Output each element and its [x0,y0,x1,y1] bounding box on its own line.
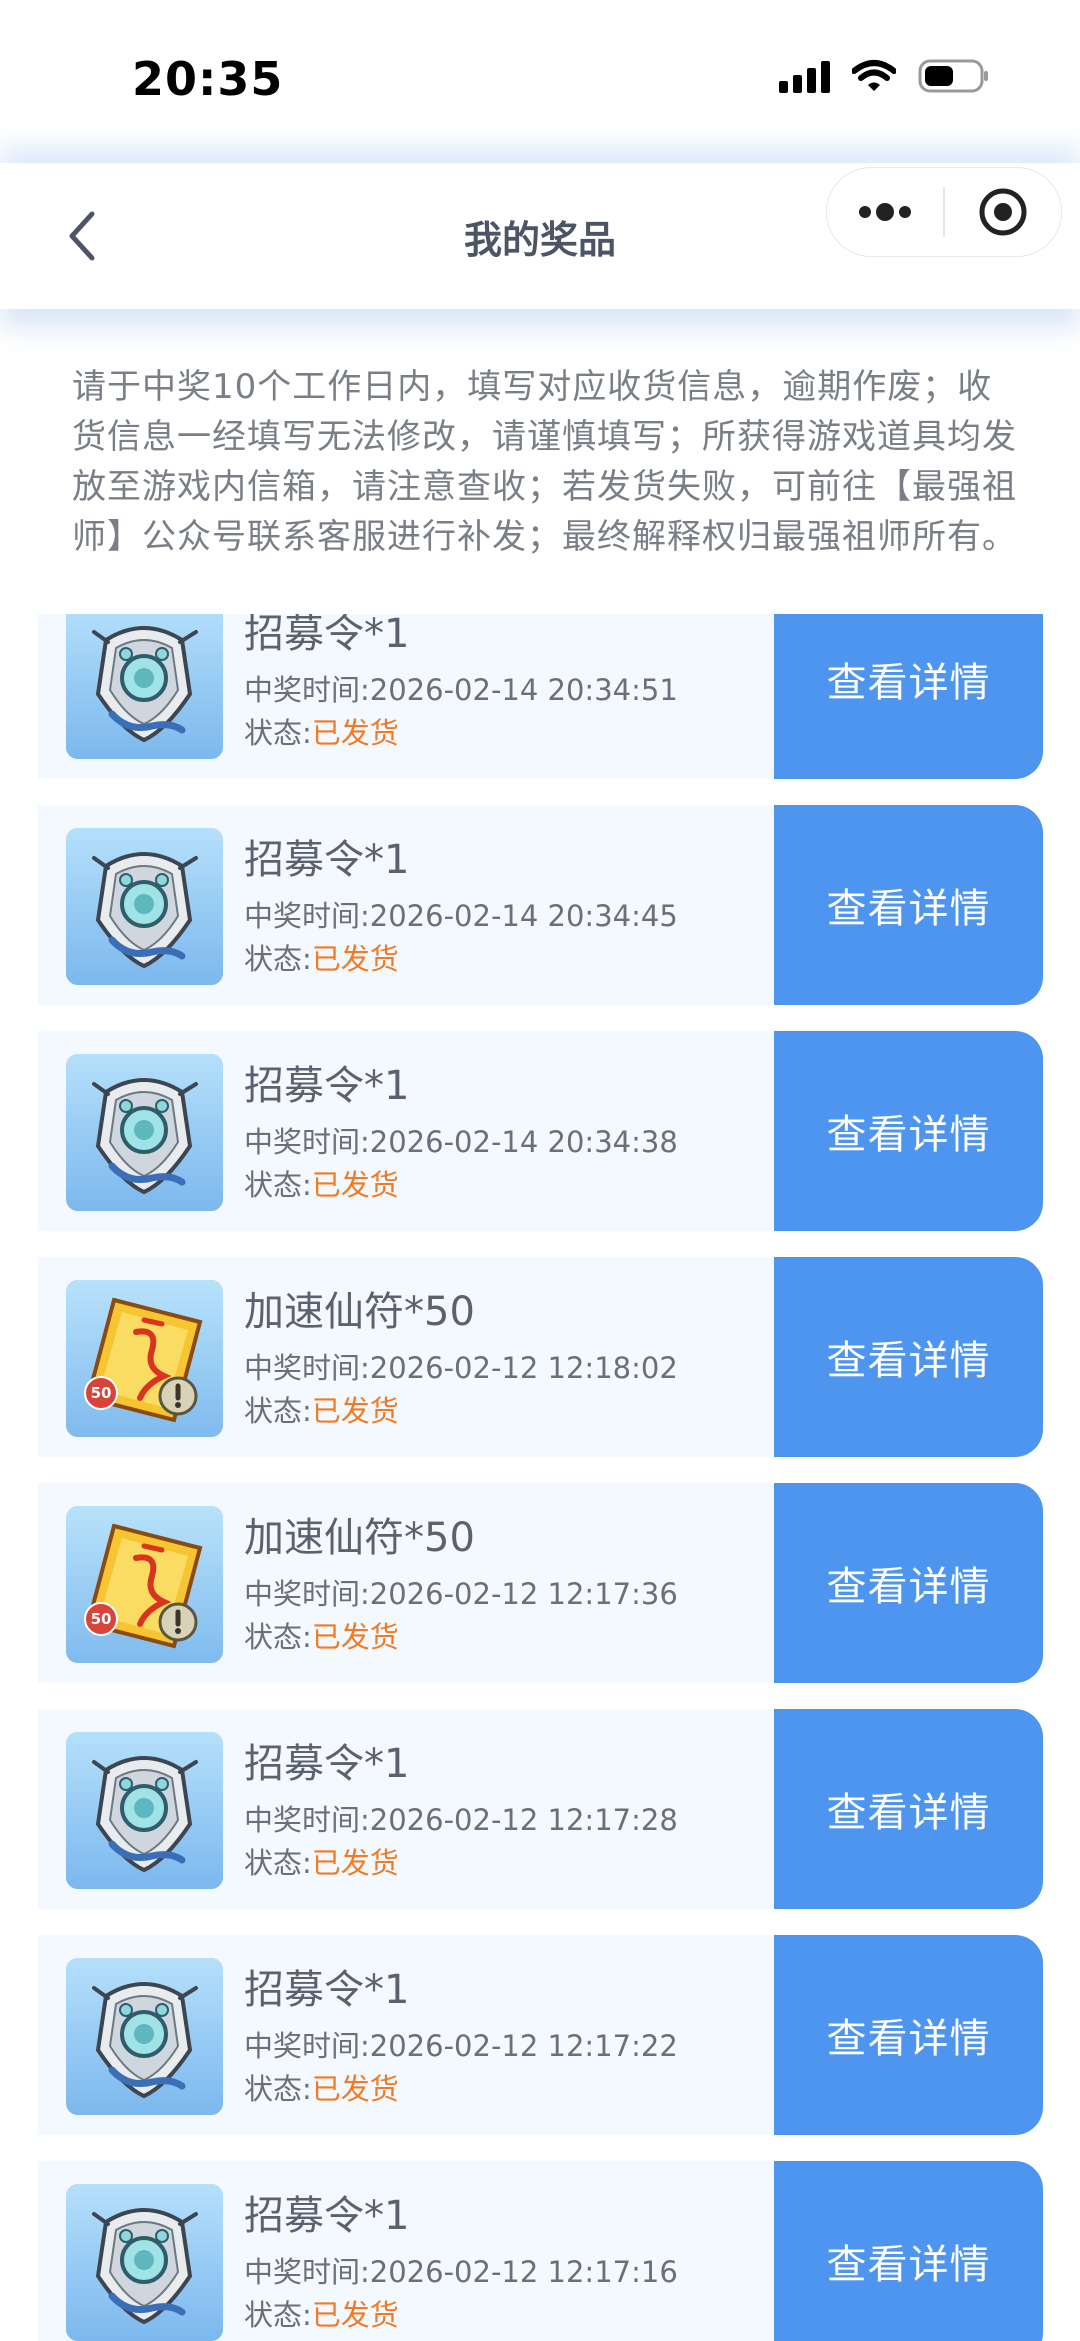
recruit-token-icon [66,1732,223,1889]
prize-card: 招募令*1 中奖时间:2026-02-14 20:34:38 状态:已发货 查看详情 [38,1031,1043,1231]
prize-time-value: 2026-02-14 20:34:45 [369,899,678,933]
prize-card: 50 加速仙符*50 中奖时间:2026-02-12 12:18:02 状态:已发货查… [38,1257,1043,1457]
prize-status-value: 已发货 [311,2298,399,2332]
prize-status: 状态:已发货 [244,1388,399,1430]
speedup-talisman-icon: 50 [66,1506,223,1663]
prize-time: 中奖时间:2026-02-12 12:17:36 [244,1571,678,1613]
quantity-badge: 50 [84,1376,118,1410]
prize-name: 招募令*1 [244,837,410,883]
prize-time-label: 中奖时间: [244,1577,370,1611]
prize-card: 招募令*1 中奖时间:2026-02-14 20:34:51 状态:已发货 查看详情 [38,614,1043,779]
prize-status-label: 状态: [244,1620,312,1654]
prize-status: 状态:已发货 [244,936,399,978]
prize-time-value: 2026-02-12 12:17:28 [369,1803,678,1837]
mini-program-capsule [826,167,1062,257]
prize-status-label: 状态: [244,1168,312,1202]
prize-status-value: 已发货 [311,942,399,976]
prize-name: 加速仙符*50 [244,1289,475,1335]
prize-status-value: 已发货 [311,2072,399,2106]
prize-time-value: 2026-02-12 12:18:02 [369,1351,678,1385]
prize-card: 招募令*1 中奖时间:2026-02-14 20:34:45 状态:已发货 查看详情 [38,805,1043,1005]
prize-card: 招募令*1 中奖时间:2026-02-12 12:17:16 状态:已发货 查看详情 [38,2161,1043,2341]
recruit-token-icon [66,2184,223,2341]
wifi-icon [852,60,896,91]
view-details-button[interactable]: 查看详情 [774,1031,1043,1231]
prize-time-label: 中奖时间: [244,1351,370,1385]
prize-name: 招募令*1 [244,1741,410,1787]
view-details-button[interactable]: 查看详情 [774,1935,1043,2135]
prize-time: 中奖时间:2026-02-12 12:17:28 [244,1797,678,1839]
cellular-signal-icon [779,59,830,93]
prize-status: 状态:已发货 [244,710,399,752]
prize-time: 中奖时间:2026-02-12 12:17:16 [244,2249,678,2291]
prize-status-label: 状态: [244,1394,312,1428]
prize-status-value: 已发货 [311,1168,399,1202]
view-details-button[interactable]: 查看详情 [774,2161,1043,2341]
prize-time-label: 中奖时间: [244,899,370,933]
prize-status-value: 已发货 [311,1620,399,1654]
prize-status-value: 已发货 [311,716,399,750]
prize-time: 中奖时间:2026-02-14 20:34:51 [244,667,678,709]
prize-status-label: 状态: [244,2072,312,2106]
notice-text: 请于中奖10个工作日内，填写对应收货信息，逾期作废；收货信息一经填写无法修改，请… [72,367,1017,557]
prize-status-label: 状态: [244,2298,312,2332]
status-bar: 20:35 [0,0,1080,160]
prize-time-value: 2026-02-12 12:17:22 [369,2029,678,2063]
prize-name: 招募令*1 [244,2193,410,2239]
prize-status-label: 状态: [244,716,312,750]
view-details-button[interactable]: 查看详情 [774,805,1043,1005]
prize-time-label: 中奖时间: [244,2029,370,2063]
view-details-button[interactable]: 查看详情 [774,614,1043,779]
prize-time: 中奖时间:2026-02-14 20:34:38 [244,1119,678,1161]
more-button[interactable] [827,168,943,256]
prize-time-label: 中奖时间: [244,1125,370,1159]
close-button[interactable] [945,168,1061,256]
more-dots-icon [859,203,911,221]
prize-card: 50 加速仙符*50 中奖时间:2026-02-12 12:17:36 状态:已发货查… [38,1483,1043,1683]
prize-status: 状态:已发货 [244,2292,399,2334]
prize-time-label: 中奖时间: [244,1803,370,1837]
prize-time: 中奖时间:2026-02-12 12:18:02 [244,1345,678,1387]
prize-status: 状态:已发货 [244,1840,399,1882]
prize-time-value: 2026-02-14 20:34:38 [369,1125,678,1159]
prize-name: 加速仙符*50 [244,1515,475,1561]
prize-status: 状态:已发货 [244,2066,399,2108]
prize-status-value: 已发货 [311,1394,399,1428]
prize-list: 招募令*1 中奖时间:2026-02-14 20:34:51 状态:已发货 查看详情招… [38,614,1043,2341]
quantity-badge: 50 [84,1602,118,1636]
prize-time: 中奖时间:2026-02-12 12:17:22 [244,2023,678,2065]
recruit-token-icon [66,614,223,759]
chevron-left-icon [69,211,95,261]
nav-bar: 我的奖品 [0,163,1080,309]
battery-icon [918,59,988,93]
prize-status-label: 状态: [244,942,312,976]
prize-time-value: 2026-02-12 12:17:36 [369,1577,678,1611]
prize-time: 中奖时间:2026-02-14 20:34:45 [244,893,678,935]
prize-name: 招募令*1 [244,1063,410,1109]
target-close-icon [979,188,1026,236]
prize-time-value: 2026-02-14 20:34:51 [369,673,678,707]
prize-status: 状态:已发货 [244,1614,399,1656]
prize-status-label: 状态: [244,1846,312,1880]
prize-status: 状态:已发货 [244,1162,399,1204]
view-details-button[interactable]: 查看详情 [774,1483,1043,1683]
view-details-button[interactable]: 查看详情 [774,1709,1043,1909]
prize-card: 招募令*1 中奖时间:2026-02-12 12:17:22 状态:已发货 查看详情 [38,1935,1043,2135]
prize-card: 招募令*1 中奖时间:2026-02-12 12:17:28 状态:已发货 查看详情 [38,1709,1043,1909]
prize-name: 招募令*1 [244,614,410,657]
status-icons [779,58,990,94]
back-button[interactable] [52,201,112,271]
prize-name: 招募令*1 [244,1967,410,2013]
recruit-token-icon [66,828,223,985]
prize-status-value: 已发货 [311,1846,399,1880]
prize-time-label: 中奖时间: [244,673,370,707]
prize-time-value: 2026-02-12 12:17:16 [369,2255,678,2289]
recruit-token-icon [66,1054,223,1211]
speedup-talisman-icon: 50 [66,1280,223,1437]
recruit-token-icon [66,1958,223,2115]
view-details-button[interactable]: 查看详情 [774,1257,1043,1457]
status-time: 20:35 [132,52,284,106]
prize-time-label: 中奖时间: [244,2255,370,2289]
